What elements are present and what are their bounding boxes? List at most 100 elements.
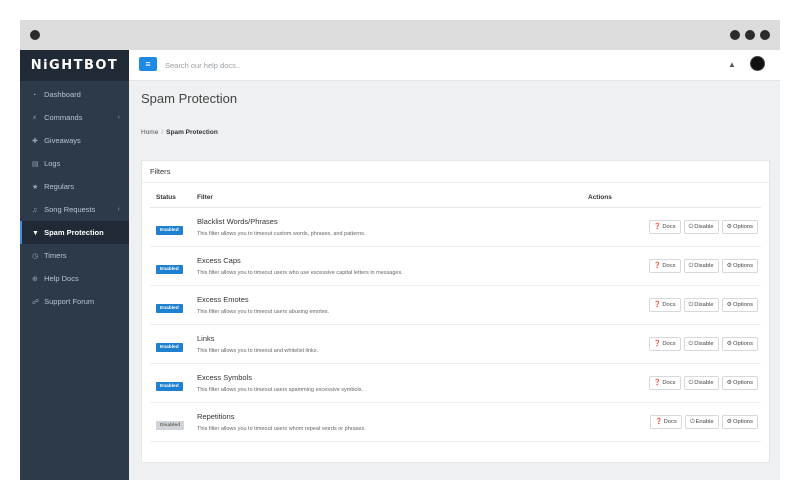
breadcrumb-current: Spam Protection	[166, 129, 218, 136]
header-status: Status	[150, 189, 197, 208]
gear-icon: ⚙	[726, 301, 733, 308]
table-row: Disabled Repetitions This filter allows …	[150, 402, 761, 442]
docs-button[interactable]: ❓Docs	[648, 258, 681, 273]
breadcrumb-home-link[interactable]: Home	[141, 129, 158, 136]
options-button-label: Options	[733, 301, 753, 308]
filter-description: This filter allows you to timeout and wh…	[197, 347, 319, 354]
options-button[interactable]: ⚙Options	[721, 297, 758, 312]
nightbot-logo[interactable]: NiGHTBOT	[20, 50, 129, 81]
sidebar-item-label: Giveaways	[44, 136, 81, 145]
table-row: Enabled Excess Emotes This filter allows…	[150, 285, 761, 325]
sidebar-item-help-docs[interactable]: ⊕ Help Docs	[20, 267, 129, 290]
sidebar-item-label: Logs	[44, 159, 61, 168]
options-button[interactable]: ⚙Options	[721, 258, 758, 273]
filter-name: Excess Caps	[197, 255, 241, 265]
status-badge: Enabled	[156, 225, 183, 235]
docs-button[interactable]: ❓Docs	[648, 375, 681, 390]
table-header-row: Status Filter Actions	[150, 189, 761, 208]
sidebar-item-giveaways[interactable]: ✚ Giveaways	[20, 129, 129, 152]
power-icon: ⏻	[688, 262, 694, 269]
sidebar-item-label: Help Docs	[44, 274, 79, 283]
window-dot-icon[interactable]	[760, 30, 770, 40]
docs-button-label: Docs	[662, 379, 676, 386]
sidebar-item-dashboard[interactable]: ◔ Dashboard	[20, 83, 129, 106]
options-button[interactable]: ⚙Options	[721, 375, 758, 390]
filter-description: This filter allows you to timeout users …	[197, 425, 366, 432]
options-button[interactable]: ⚙Options	[721, 219, 758, 234]
main-content: ≡ ▲ Spam Protection Home/Spam Protection…	[129, 50, 780, 480]
window-dot-icon[interactable]	[745, 30, 755, 40]
sidebar-item-song-requests[interactable]: ♫ Song Requests ‹	[20, 198, 129, 221]
disable-button[interactable]: ⏻Disable	[683, 336, 719, 351]
window-dot-icon[interactable]	[730, 30, 740, 40]
toggle-button-label: Disable	[694, 262, 714, 269]
sidebar-item-spam-protection[interactable]: ▼ Spam Protection	[20, 221, 129, 244]
panel-heading: Filters	[142, 161, 769, 183]
disable-button[interactable]: ⏻Disable	[683, 258, 719, 273]
enable-button[interactable]: ⏻Enable	[684, 414, 719, 429]
star-icon: ★	[32, 184, 39, 191]
docs-button[interactable]: ❓Docs	[648, 297, 681, 312]
sidebar-item-label: Regulars	[44, 182, 75, 191]
menu-toggle-button[interactable]: ≡	[139, 57, 157, 71]
docs-button[interactable]: ❓Docs	[648, 219, 681, 234]
breadcrumb: Home / Spam Protection	[141, 129, 218, 136]
filters-table: Status Filter Actions Enabled Blacklist …	[150, 189, 761, 442]
sidebar-item-label: Spam Protection	[44, 228, 104, 237]
filter-description: This filter allows you to timeout users …	[197, 386, 363, 393]
sidebar-item-timers[interactable]: ◷ Timers	[20, 244, 129, 267]
filter-description: This filter allows you to timeout users …	[197, 269, 403, 276]
sidebar-item-regulars[interactable]: ★ Regulars	[20, 175, 129, 198]
gear-icon: ⚙	[726, 418, 733, 425]
filter-name: Blacklist Words/Phrases	[197, 216, 278, 226]
table-row: Enabled Links This filter allows you to …	[150, 324, 761, 364]
question-icon: ❓	[653, 340, 662, 347]
filter-name: Links	[197, 333, 215, 343]
docs-button-label: Docs	[662, 301, 676, 308]
filter-description: This filter allows you to timeout custom…	[197, 230, 366, 237]
sidebar-item-label: Dashboard	[44, 90, 81, 99]
options-button[interactable]: ⚙Options	[721, 336, 758, 351]
options-button-label: Options	[733, 418, 753, 425]
table-row: Enabled Blacklist Words/Phrases This fil…	[150, 207, 761, 247]
disable-button[interactable]: ⏻Disable	[683, 375, 719, 390]
sidebar-item-label: Support Forum	[44, 297, 95, 306]
toggle-button-label: Enable	[695, 418, 714, 425]
power-icon: ⏻	[688, 223, 694, 230]
bell-icon[interactable]: ▲	[728, 60, 736, 69]
disable-button[interactable]: ⏻Disable	[683, 297, 719, 312]
sidebar-item-commands[interactable]: ⚡ Commands ‹	[20, 106, 129, 129]
gear-icon: ⚙	[726, 223, 733, 230]
page-title: Spam Protection	[141, 91, 238, 106]
toggle-button-label: Disable	[694, 340, 714, 347]
sidebar-item-label: Timers	[43, 251, 67, 260]
search-input[interactable]	[165, 57, 365, 73]
question-icon: ❓	[653, 379, 662, 386]
status-badge: Enabled	[156, 381, 183, 391]
power-icon: ⏻	[688, 340, 694, 347]
docs-button[interactable]: ❓Docs	[650, 414, 682, 429]
options-button-label: Options	[733, 262, 753, 269]
options-button-label: Options	[733, 379, 753, 386]
table-row: Enabled Excess Symbols This filter allow…	[150, 363, 761, 403]
status-badge: Enabled	[156, 303, 183, 313]
question-icon: ❓	[655, 418, 663, 425]
docs-button-label: Docs	[662, 262, 676, 269]
question-icon: ❓	[653, 262, 662, 269]
options-button[interactable]: ⚙Options	[721, 414, 758, 429]
power-icon: ⏻	[688, 379, 694, 386]
docs-button[interactable]: ❓Docs	[648, 336, 681, 351]
window-dot-icon	[30, 30, 40, 40]
magic-wand-icon: ⚡	[32, 115, 37, 122]
toggle-button-label: Disable	[694, 379, 714, 386]
sidebar-item-logs[interactable]: ▤ Logs	[20, 152, 129, 175]
sidebar-item-support-forum[interactable]: ☍ Support Forum	[20, 290, 129, 313]
avatar[interactable]	[750, 56, 765, 71]
power-icon: ⏻	[688, 301, 694, 308]
question-icon: ❓	[653, 301, 662, 308]
toggle-button-label: Disable	[694, 301, 714, 308]
filter-icon: ▼	[32, 230, 39, 237]
docs-button-label: Docs	[662, 223, 676, 230]
disable-button[interactable]: ⏻Disable	[683, 219, 719, 234]
gear-icon: ⚙	[726, 340, 733, 347]
